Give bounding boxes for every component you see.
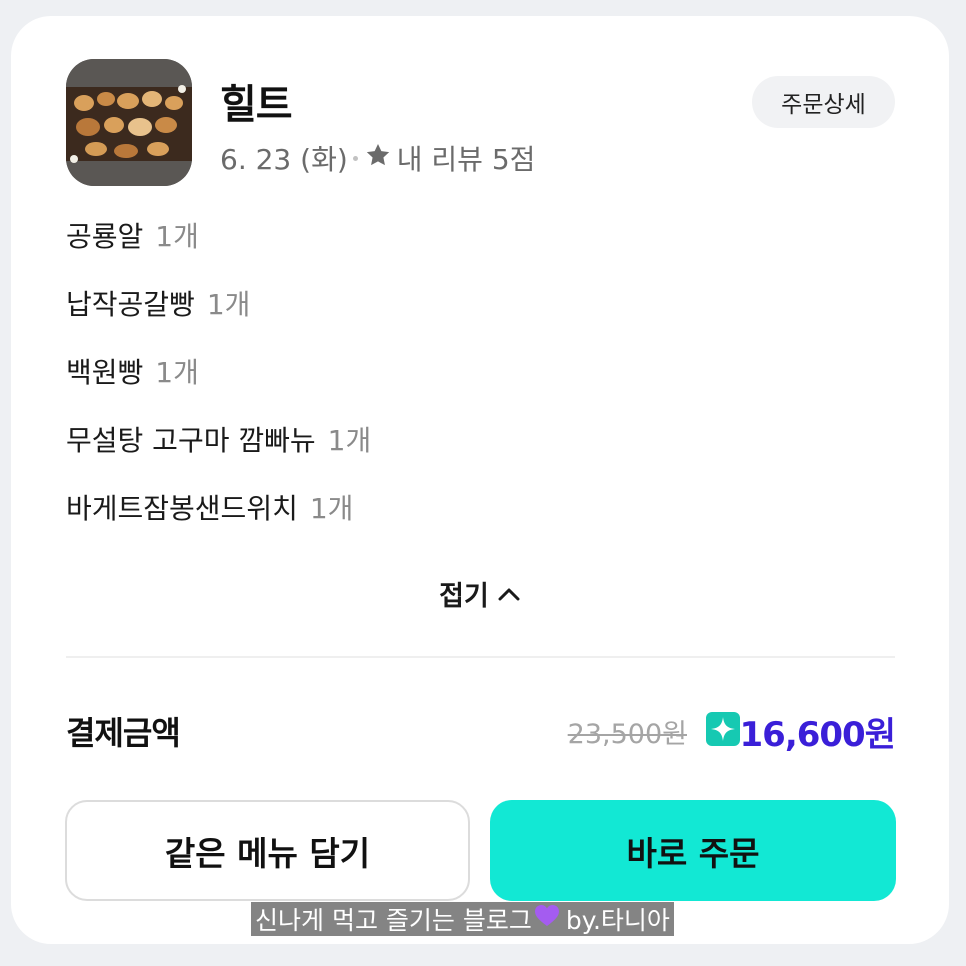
store-thumbnail[interactable] xyxy=(66,59,192,186)
order-card: 힐트 6. 23 (화) 내 리뷰 5점 주문상세 공룡알 1개 납작공갈빵 1… xyxy=(11,16,949,944)
order-now-button[interactable]: 바로 주문 xyxy=(490,800,896,901)
item-name: 공룡알 xyxy=(66,220,144,253)
item-qty: 1개 xyxy=(206,288,251,321)
fold-label: 접기 xyxy=(439,581,489,612)
heart-emoji xyxy=(534,904,560,934)
store-name[interactable]: 힐트 xyxy=(220,72,293,130)
final-price: 16,600원 xyxy=(739,715,896,755)
item-qty: 1개 xyxy=(309,492,354,525)
list-item: 공룡알 1개 xyxy=(66,215,371,283)
order-detail-button[interactable]: 주문상세 xyxy=(752,76,895,128)
caption-text: 신나게 먹고 즐기는 블로그 xyxy=(255,906,532,935)
item-qty: 1개 xyxy=(327,424,372,457)
chevron-up-icon xyxy=(498,588,520,600)
add-same-menu-button[interactable]: 같은 메뉴 담기 xyxy=(65,800,470,901)
my-review-score: 내 리뷰 5점 xyxy=(396,143,536,176)
list-item: 바게트잠봉샌드위치 1개 xyxy=(66,487,371,555)
list-item: 납작공갈빵 1개 xyxy=(66,283,371,351)
original-price: 23,500원 xyxy=(567,719,687,750)
list-item: 백원빵 1개 xyxy=(66,351,371,419)
item-name: 납작공갈빵 xyxy=(66,288,195,321)
separator-dot xyxy=(352,155,358,161)
item-name: 백원빵 xyxy=(66,356,144,389)
item-name: 무설탕 고구마 깜빠뉴 xyxy=(66,424,316,457)
blog-caption: 신나게 먹고 즐기는 블로그 by.타니아 xyxy=(251,902,674,936)
list-item: 무설탕 고구마 깜빠뉴 1개 xyxy=(66,419,371,487)
star-icon xyxy=(365,142,391,175)
order-meta: 6. 23 (화) 내 리뷰 5점 xyxy=(220,138,535,178)
sparkle-badge-icon xyxy=(706,712,740,746)
caption-byline: by.타니아 xyxy=(565,906,670,935)
payment-label: 결제금액 xyxy=(66,714,181,752)
order-date: 6. 23 (화) xyxy=(220,143,348,176)
item-qty: 1개 xyxy=(155,356,199,389)
order-item-list: 공룡알 1개 납작공갈빵 1개 백원빵 1개 무설탕 고구마 깜빠뉴 1개 바게… xyxy=(66,215,371,555)
fold-toggle-button[interactable]: 접기 xyxy=(11,574,949,613)
divider xyxy=(66,656,895,658)
item-qty: 1개 xyxy=(155,220,199,253)
item-name: 바게트잠봉샌드위치 xyxy=(66,492,298,525)
